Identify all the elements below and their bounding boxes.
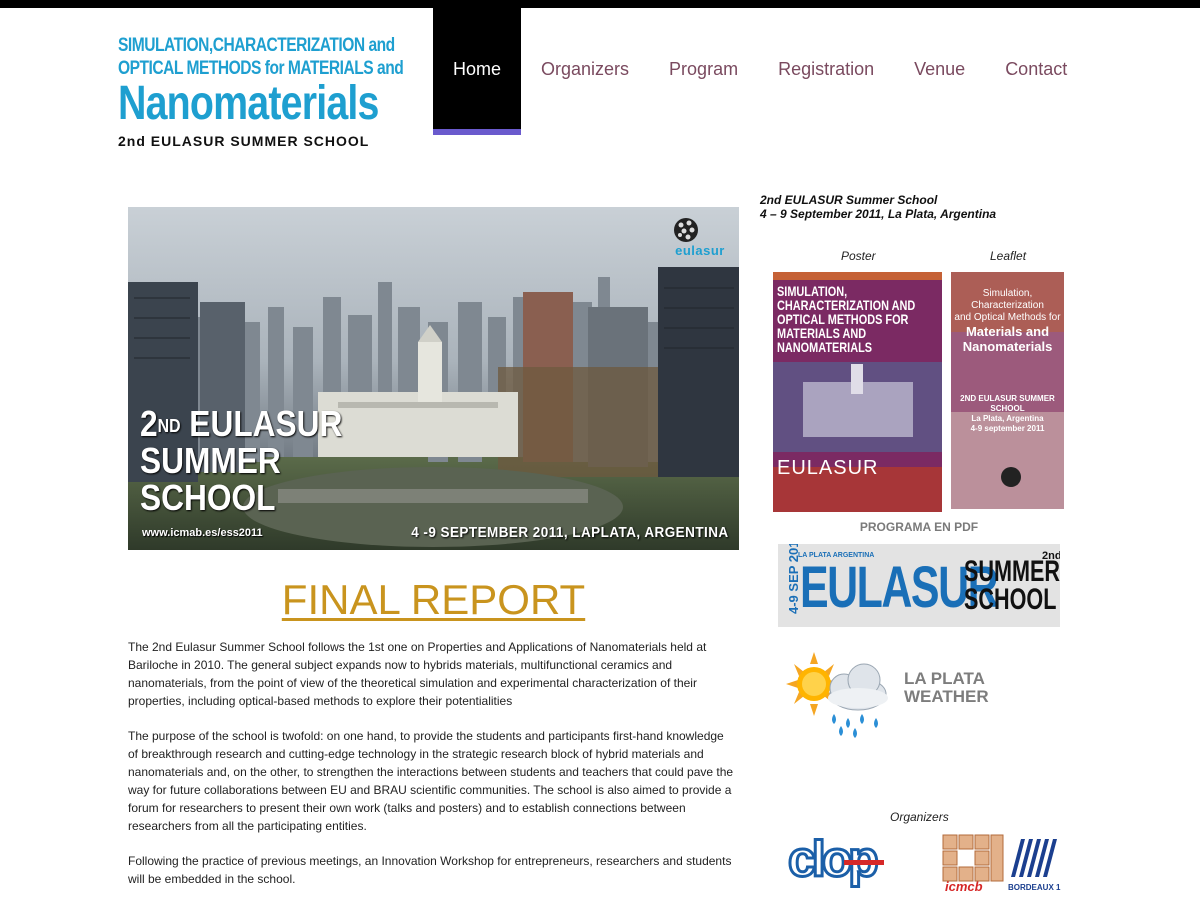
pdf-banner-date: 4-9 SEP 2011 [786,544,801,614]
pdf-program-banner[interactable]: LA PLATA ARGENTINA 4-9 SEP 2011 EULASUR … [778,544,1060,627]
poster-title-line-4: MATERIALS AND [777,325,867,341]
final-report-link[interactable]: FINAL REPORT [282,576,585,623]
leaflet-title-line-3: Materials and [965,324,1050,339]
hero-title-line1: EULASUR [180,403,343,444]
poster-title-line-5: NANOMATERIALS [777,339,873,355]
weather-line-2: WEATHER [904,687,989,706]
intro-text: The 2nd Eulasur Summer School follows th… [128,638,736,905]
leaflet-title-line-4: Nanomaterials [962,339,1053,354]
logo-line-1: SIMULATION,CHARACTERIZATION and [118,35,395,56]
site-logo[interactable]: SIMULATION,CHARACTERIZATION and OPTICAL … [118,34,404,150]
event-heading-title: 2nd EULASUR Summer School [760,193,938,207]
eulasur-logo-text: eulasur [675,243,725,258]
globe-icon [674,218,698,242]
intro-paragraph-2: The purpose of the school is twofold: on… [128,729,734,833]
clop-logo-text: clop [788,832,877,887]
poster-thumbnail[interactable]: SIMULATION, CHARACTERIZATION AND OPTICAL… [773,272,942,512]
intro-paragraph-1: The 2nd Eulasur Summer School follows th… [128,640,707,708]
hero-dates: 4 -9 SEPTEMBER 2011, LAPLATA, ARGENTINA [411,524,729,541]
leaflet-caption: Leaflet [990,249,1027,263]
weather-line-1: LA PLATA [904,669,985,688]
pdf-banner-school: SCHOOL [964,583,1057,616]
leaflet-thumbnail[interactable]: Simulation, Characterization and Optical… [951,272,1064,509]
intro-paragraph-3: Following the practice of previous meeti… [128,854,732,886]
hero-url: www.icmab.es/ess2011 [142,527,263,539]
poster-footer-logo: EULASUR [777,457,879,479]
leaflet-sub-line-2: La Plata, Argentina [971,414,1044,423]
hero-title-line2: SUMMER [140,440,281,481]
nav-home[interactable]: Home [433,8,522,135]
organizers-caption: Organizers [890,810,949,824]
eulasur-logo: eulasur [673,217,727,258]
bordeaux-university-logo[interactable]: BORDEAUX 1 [1007,833,1061,893]
clop-logo[interactable]: clop [784,832,908,892]
leaflet-title-line-1: Simulation, Characterization [971,288,1044,311]
nav-program[interactable]: Program [649,8,758,128]
nav-venue[interactable]: Venue [894,8,985,128]
hero-title-sup: ND [157,416,181,436]
leaflet-subtitle: 2ND EULASUR SUMMER SCHOOL La Plata, Arge… [951,394,1064,434]
poster-caption: Poster [841,249,876,263]
icmcb-logo-text: icmcb [945,879,983,894]
leaflet-title: Simulation, Characterization and Optical… [951,288,1064,354]
pdf-program-label: PROGRAMA EN PDF [859,520,979,534]
leaflet-sub-line-3: 4-9 september 2011 [970,424,1045,433]
poster-title-line-3: OPTICAL METHODS FOR [777,311,909,327]
logo-line-3: Nanomaterials [118,77,379,130]
nav-contact[interactable]: Contact [985,8,1087,128]
leaflet-title-line-2: and Optical Methods for [954,312,1061,323]
logo-line-4: 2nd EULASUR SUMMER SCHOOL [118,133,370,149]
hero-title-line3: SCHOOL [140,477,276,518]
hero-banner-image: eulasur 2ND EULASUR SUMMER SCHOOL www.ic… [128,207,739,550]
poster-title-line-2: CHARACTERIZATION AND [777,297,916,313]
bordeaux-logo-text: BORDEAUX 1 [1008,883,1061,892]
weather-sun-cloud-icon[interactable] [786,652,892,740]
pdf-banner-summer: SUMMER [964,555,1060,588]
poster-title: SIMULATION, CHARACTERIZATION AND OPTICAL… [777,284,915,354]
pdf-banner-summer-school: SUMMER SCHOOL [964,555,1060,616]
nav-organizers[interactable]: Organizers [521,8,649,128]
event-heading: 2nd EULASUR Summer School 4 – 9 Septembe… [760,193,996,221]
poster-title-line-1: SIMULATION, [777,283,848,299]
icmcb-logo[interactable]: icmcb [941,833,1005,895]
final-report-block: FINAL REPORT [128,576,739,624]
hero-title: 2ND EULASUR SUMMER SCHOOL [140,405,342,516]
main-nav: Home Organizers Program Registration Ven… [433,8,1087,135]
event-heading-dates: 4 – 9 September 2011, La Plata, Argentin… [760,207,997,221]
hero-title-number: 2 [140,403,158,444]
weather-link-text[interactable]: LA PLATA WEATHER [904,670,989,706]
nav-registration[interactable]: Registration [758,8,894,128]
top-bar [0,0,1200,8]
leaflet-sub-line-1: 2ND EULASUR SUMMER SCHOOL [960,394,1055,413]
